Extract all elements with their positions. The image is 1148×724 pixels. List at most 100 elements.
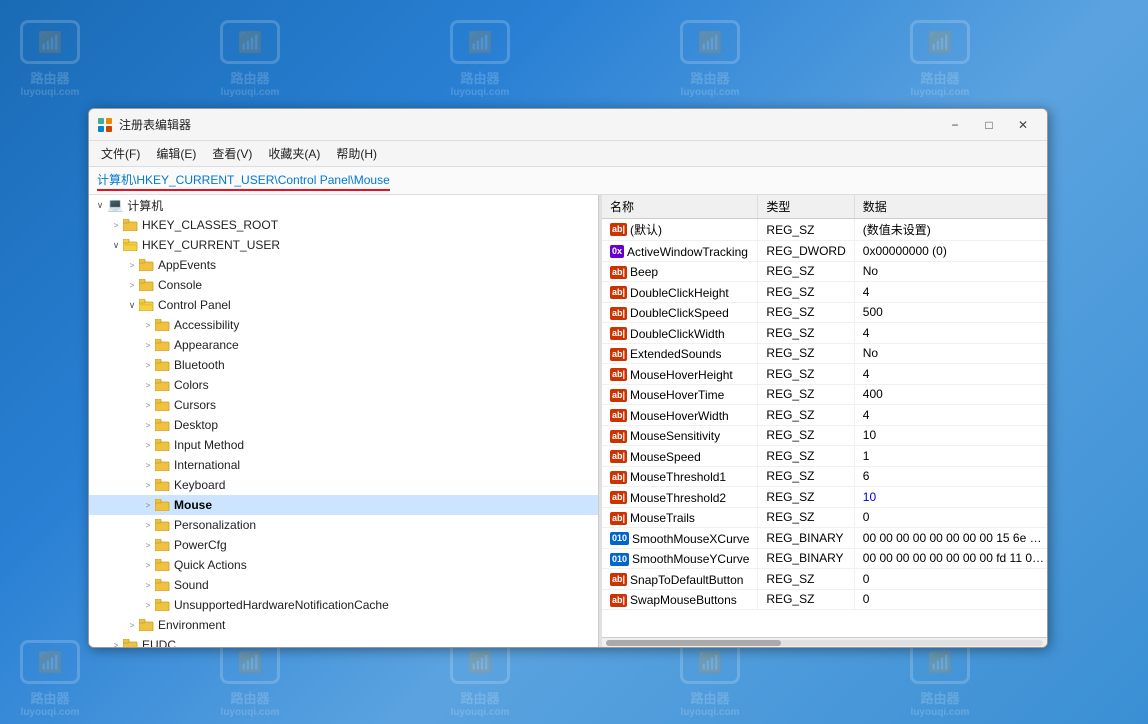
value-row-13[interactable]: ab|MouseThreshold2REG_SZ10 (602, 487, 1047, 508)
tree-item-input-method[interactable]: >Input Method (89, 435, 598, 455)
folder-icon-mouse (155, 499, 171, 511)
horizontal-scrollbar[interactable] (602, 637, 1047, 647)
tree-toggle-colors[interactable]: > (141, 378, 155, 392)
tree-label-eudc: EUDC (142, 638, 176, 647)
tree-item-appevents[interactable]: >AppEvents (89, 255, 598, 275)
minimize-button[interactable]: − (939, 113, 971, 137)
tree-toggle-quick-actions[interactable]: > (141, 558, 155, 572)
menu-item-4[interactable]: 帮助(H) (328, 143, 385, 165)
folder-icon-sound (155, 579, 171, 591)
value-row-12[interactable]: ab|MouseThreshold1REG_SZ6 (602, 466, 1047, 487)
tree-toggle-hkey-current-user[interactable]: ∨ (109, 238, 123, 252)
value-row-9[interactable]: ab|MouseHoverWidthREG_SZ4 (602, 405, 1047, 426)
value-data-15: 00 00 00 00 00 00 00 00 15 6e 00 ... (854, 528, 1047, 549)
tree-item-personalization[interactable]: >Personalization (89, 515, 598, 535)
value-data-18: 0 (854, 589, 1047, 610)
value-row-15[interactable]: 010SmoothMouseXCurveREG_BINARY00 00 00 0… (602, 528, 1047, 549)
tree-panel[interactable]: ∨💻计算机>HKEY_CLASSES_ROOT∨HKEY_CURRENT_USE… (89, 195, 599, 647)
tree-item-keyboard[interactable]: > Keyboard (89, 475, 598, 495)
tree-toggle-keyboard[interactable]: > (141, 478, 155, 492)
tree-item-bluetooth[interactable]: >Bluetooth (89, 355, 598, 375)
close-button[interactable]: ✕ (1007, 113, 1039, 137)
tree-item-powercfg[interactable]: >PowerCfg (89, 535, 598, 555)
scrollbar-thumb[interactable] (606, 640, 781, 646)
col-data[interactable]: 数据 (854, 195, 1047, 219)
tree-toggle-cursors[interactable]: > (141, 398, 155, 412)
tree-toggle-environment[interactable]: > (125, 618, 139, 632)
tree-toggle-appevents[interactable]: > (125, 258, 139, 272)
tree-item-quick-actions[interactable]: >Quick Actions (89, 555, 598, 575)
value-name-2: ab|Beep (602, 261, 758, 282)
tree-toggle-hkey-classes-root[interactable]: > (109, 218, 123, 232)
tree-item-desktop[interactable]: >Desktop (89, 415, 598, 435)
tree-item-console[interactable]: >Console (89, 275, 598, 295)
value-row-2[interactable]: ab|BeepREG_SZNo (602, 261, 1047, 282)
menu-item-3[interactable]: 收藏夹(A) (260, 143, 328, 165)
tree-toggle-control-panel[interactable]: ∨ (125, 298, 139, 312)
tree-label-environment: Environment (158, 618, 225, 632)
tree-item-computer[interactable]: ∨💻计算机 (89, 195, 598, 215)
tree-item-control-panel[interactable]: ∨Control Panel (89, 295, 598, 315)
reg-dword-icon: 0x (610, 245, 624, 258)
tree-toggle-computer[interactable]: ∨ (93, 198, 107, 212)
tree-toggle-appearance[interactable]: > (141, 338, 155, 352)
tree-toggle-unsupported[interactable]: > (141, 598, 155, 612)
value-name-13: ab|MouseThreshold2 (602, 487, 758, 508)
value-type-14: REG_SZ (758, 507, 854, 528)
tree-item-cursors[interactable]: >Cursors (89, 395, 598, 415)
tree-label-keyboard: Keyboard (174, 478, 225, 492)
tree-item-sound[interactable]: >Sound (89, 575, 598, 595)
value-type-16: REG_BINARY (758, 548, 854, 569)
tree-item-eudc[interactable]: > EUDC (89, 635, 598, 647)
tree-item-accessibility[interactable]: >Accessibility (89, 315, 598, 335)
tree-toggle-mouse[interactable]: > (141, 498, 155, 512)
tree-item-appearance[interactable]: >Appearance (89, 335, 598, 355)
tree-item-unsupported[interactable]: >UnsupportedHardwareNotificationCache (89, 595, 598, 615)
value-row-4[interactable]: ab|DoubleClickSpeedREG_SZ500 (602, 302, 1047, 323)
value-row-7[interactable]: ab|MouseHoverHeightREG_SZ4 (602, 364, 1047, 385)
value-row-5[interactable]: ab|DoubleClickWidthREG_SZ4 (602, 323, 1047, 344)
tree-item-international[interactable]: >International (89, 455, 598, 475)
value-row-6[interactable]: ab|ExtendedSoundsREG_SZNo (602, 343, 1047, 364)
value-row-14[interactable]: ab|MouseTrailsREG_SZ0 (602, 507, 1047, 528)
value-row-17[interactable]: ab|SnapToDefaultButtonREG_SZ0 (602, 569, 1047, 590)
menu-item-2[interactable]: 查看(V) (204, 143, 260, 165)
menu-item-1[interactable]: 编辑(E) (148, 143, 204, 165)
scrollbar-track[interactable] (606, 640, 1043, 646)
tree-toggle-personalization[interactable]: > (141, 518, 155, 532)
tree-toggle-bluetooth[interactable]: > (141, 358, 155, 372)
tree-item-environment[interactable]: > Environment (89, 615, 598, 635)
menu-item-0[interactable]: 文件(F) (93, 143, 148, 165)
value-row-1[interactable]: 0xActiveWindowTrackingREG_DWORD0x0000000… (602, 241, 1047, 262)
tree-toggle-accessibility[interactable]: > (141, 318, 155, 332)
value-row-18[interactable]: ab|SwapMouseButtonsREG_SZ0 (602, 589, 1047, 610)
value-row-16[interactable]: 010SmoothMouseYCurveREG_BINARY00 00 00 0… (602, 548, 1047, 569)
tree-item-hkey-classes-root[interactable]: >HKEY_CLASSES_ROOT (89, 215, 598, 235)
reg-sz-icon: ab| (610, 450, 627, 463)
tree-item-colors[interactable]: > Colors (89, 375, 598, 395)
value-name-text-4: DoubleClickSpeed (630, 306, 729, 320)
tree-label-colors: Colors (174, 378, 209, 392)
tree-toggle-console[interactable]: > (125, 278, 139, 292)
value-name-text-13: MouseThreshold2 (630, 491, 726, 505)
addressbar[interactable]: 计算机\HKEY_CURRENT_USER\Control Panel\Mous… (89, 167, 1047, 195)
value-row-10[interactable]: ab|MouseSensitivityREG_SZ10 (602, 425, 1047, 446)
address-path: 计算机\HKEY_CURRENT_USER\Control Panel\Mous… (97, 171, 390, 191)
tree-toggle-eudc[interactable]: > (109, 638, 123, 647)
value-row-3[interactable]: ab|DoubleClickHeightREG_SZ4 (602, 282, 1047, 303)
value-row-8[interactable]: ab|MouseHoverTimeREG_SZ400 (602, 384, 1047, 405)
value-row-11[interactable]: ab|MouseSpeedREG_SZ1 (602, 446, 1047, 467)
col-name[interactable]: 名称 (602, 195, 758, 219)
tree-toggle-international[interactable]: > (141, 458, 155, 472)
tree-item-hkey-current-user[interactable]: ∨HKEY_CURRENT_USER (89, 235, 598, 255)
tree-toggle-input-method[interactable]: > (141, 438, 155, 452)
tree-item-mouse[interactable]: >Mouse (89, 495, 598, 515)
tree-toggle-desktop[interactable]: > (141, 418, 155, 432)
tree-toggle-sound[interactable]: > (141, 578, 155, 592)
tree-toggle-powercfg[interactable]: > (141, 538, 155, 552)
col-type[interactable]: 类型 (758, 195, 854, 219)
tree-label-computer: 计算机 (127, 197, 163, 214)
value-row-0[interactable]: ab|(默认)REG_SZ(数值未设置) (602, 219, 1047, 241)
maximize-button[interactable]: □ (973, 113, 1005, 137)
values-scroll[interactable]: 名称 类型 数据 ab|(默认)REG_SZ(数值未设置)0xActiveWin… (602, 195, 1047, 637)
